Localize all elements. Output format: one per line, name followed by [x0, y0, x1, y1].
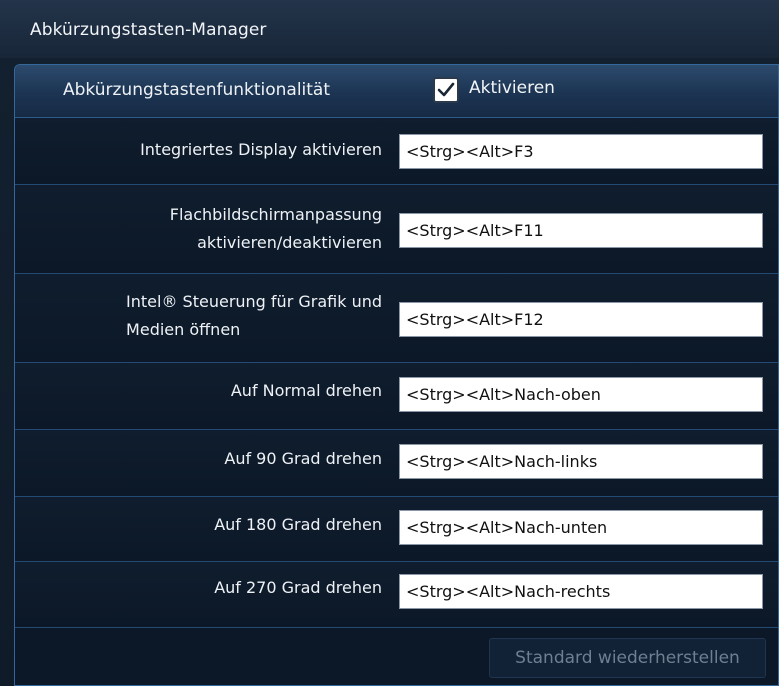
shortcut-label-intel-control-line2: Medien öffnen [126, 320, 241, 339]
shortcut-label-rotate-90: Auf 90 Grad drehen [224, 449, 382, 468]
shortcut-input-rotate-90[interactable]: <Strg><Alt>Nach-links [399, 444, 763, 479]
shortcut-input-rotate-normal[interactable]: <Strg><Alt>Nach-oben [399, 377, 763, 412]
shortcut-row-rotate-180: Auf 180 Grad drehen <Strg><Alt>Nach-unte… [15, 497, 778, 562]
shortcut-row-rotate-normal: Auf Normal drehen <Strg><Alt>Nach-oben [15, 363, 778, 430]
shortcut-row-rotate-90: Auf 90 Grad drehen <Strg><Alt>Nach-links [15, 430, 778, 497]
enable-checkbox[interactable] [433, 77, 459, 103]
window-title: Abkürzungstasten-Manager [30, 20, 267, 40]
shortcut-row-rotate-270: Auf 270 Grad drehen <Strg><Alt>Nach-rech… [15, 562, 778, 628]
shortcut-label-rotate-normal: Auf Normal drehen [230, 381, 382, 400]
shortcut-label-flatpanel: Flachbildschirmanpassung aktivieren/deak… [170, 201, 382, 257]
shortcut-label-flatpanel-line2: aktivieren/deaktivieren [197, 233, 382, 252]
shortcut-row-intel-control: Intel® Steuerung für Grafik und Medien ö… [15, 274, 778, 363]
enable-checkbox-label[interactable]: Aktivieren [469, 78, 555, 98]
shortcut-input-intel-control[interactable]: <Strg><Alt>F12 [399, 302, 763, 337]
shortcut-input-display[interactable]: <Strg><Alt>F3 [399, 134, 763, 169]
shortcut-label-rotate-180: Auf 180 Grad drehen [214, 515, 382, 534]
shortcut-label-display: Integriertes Display aktivieren [140, 140, 382, 159]
check-icon [437, 82, 455, 97]
shortcut-manager-window: Abkürzungstasten-Manager Abkürzungstaste… [0, 0, 779, 686]
shortcut-label-rotate-270: Auf 270 Grad drehen [214, 578, 382, 597]
shortcut-row-display: Integriertes Display aktivieren <Strg><A… [15, 118, 778, 185]
shortcut-input-flatpanel[interactable]: <Strg><Alt>F11 [399, 213, 763, 248]
shortcut-label-intel-control-line1: Intel® Steuerung für Grafik und [126, 292, 382, 311]
shortcut-label-intel-control: Intel® Steuerung für Grafik und Medien ö… [126, 288, 382, 344]
window-header: Abkürzungstasten-Manager [0, 0, 779, 58]
restore-defaults-button[interactable]: Standard wiederherstellen [489, 638, 766, 678]
panel-footer: Standard wiederherstellen [15, 628, 778, 685]
shortcut-panel: Abkürzungstastenfunktionalität Aktiviere… [14, 64, 779, 686]
shortcut-input-rotate-180[interactable]: <Strg><Alt>Nach-unten [399, 510, 763, 545]
shortcut-row-flatpanel: Flachbildschirmanpassung aktivieren/deak… [15, 185, 778, 274]
functionality-row: Abkürzungstastenfunktionalität Aktiviere… [15, 65, 778, 118]
shortcut-input-rotate-270[interactable]: <Strg><Alt>Nach-rechts [399, 574, 763, 609]
shortcut-label-flatpanel-line1: Flachbildschirmanpassung [169, 205, 382, 224]
functionality-label: Abkürzungstastenfunktionalität [63, 80, 331, 100]
